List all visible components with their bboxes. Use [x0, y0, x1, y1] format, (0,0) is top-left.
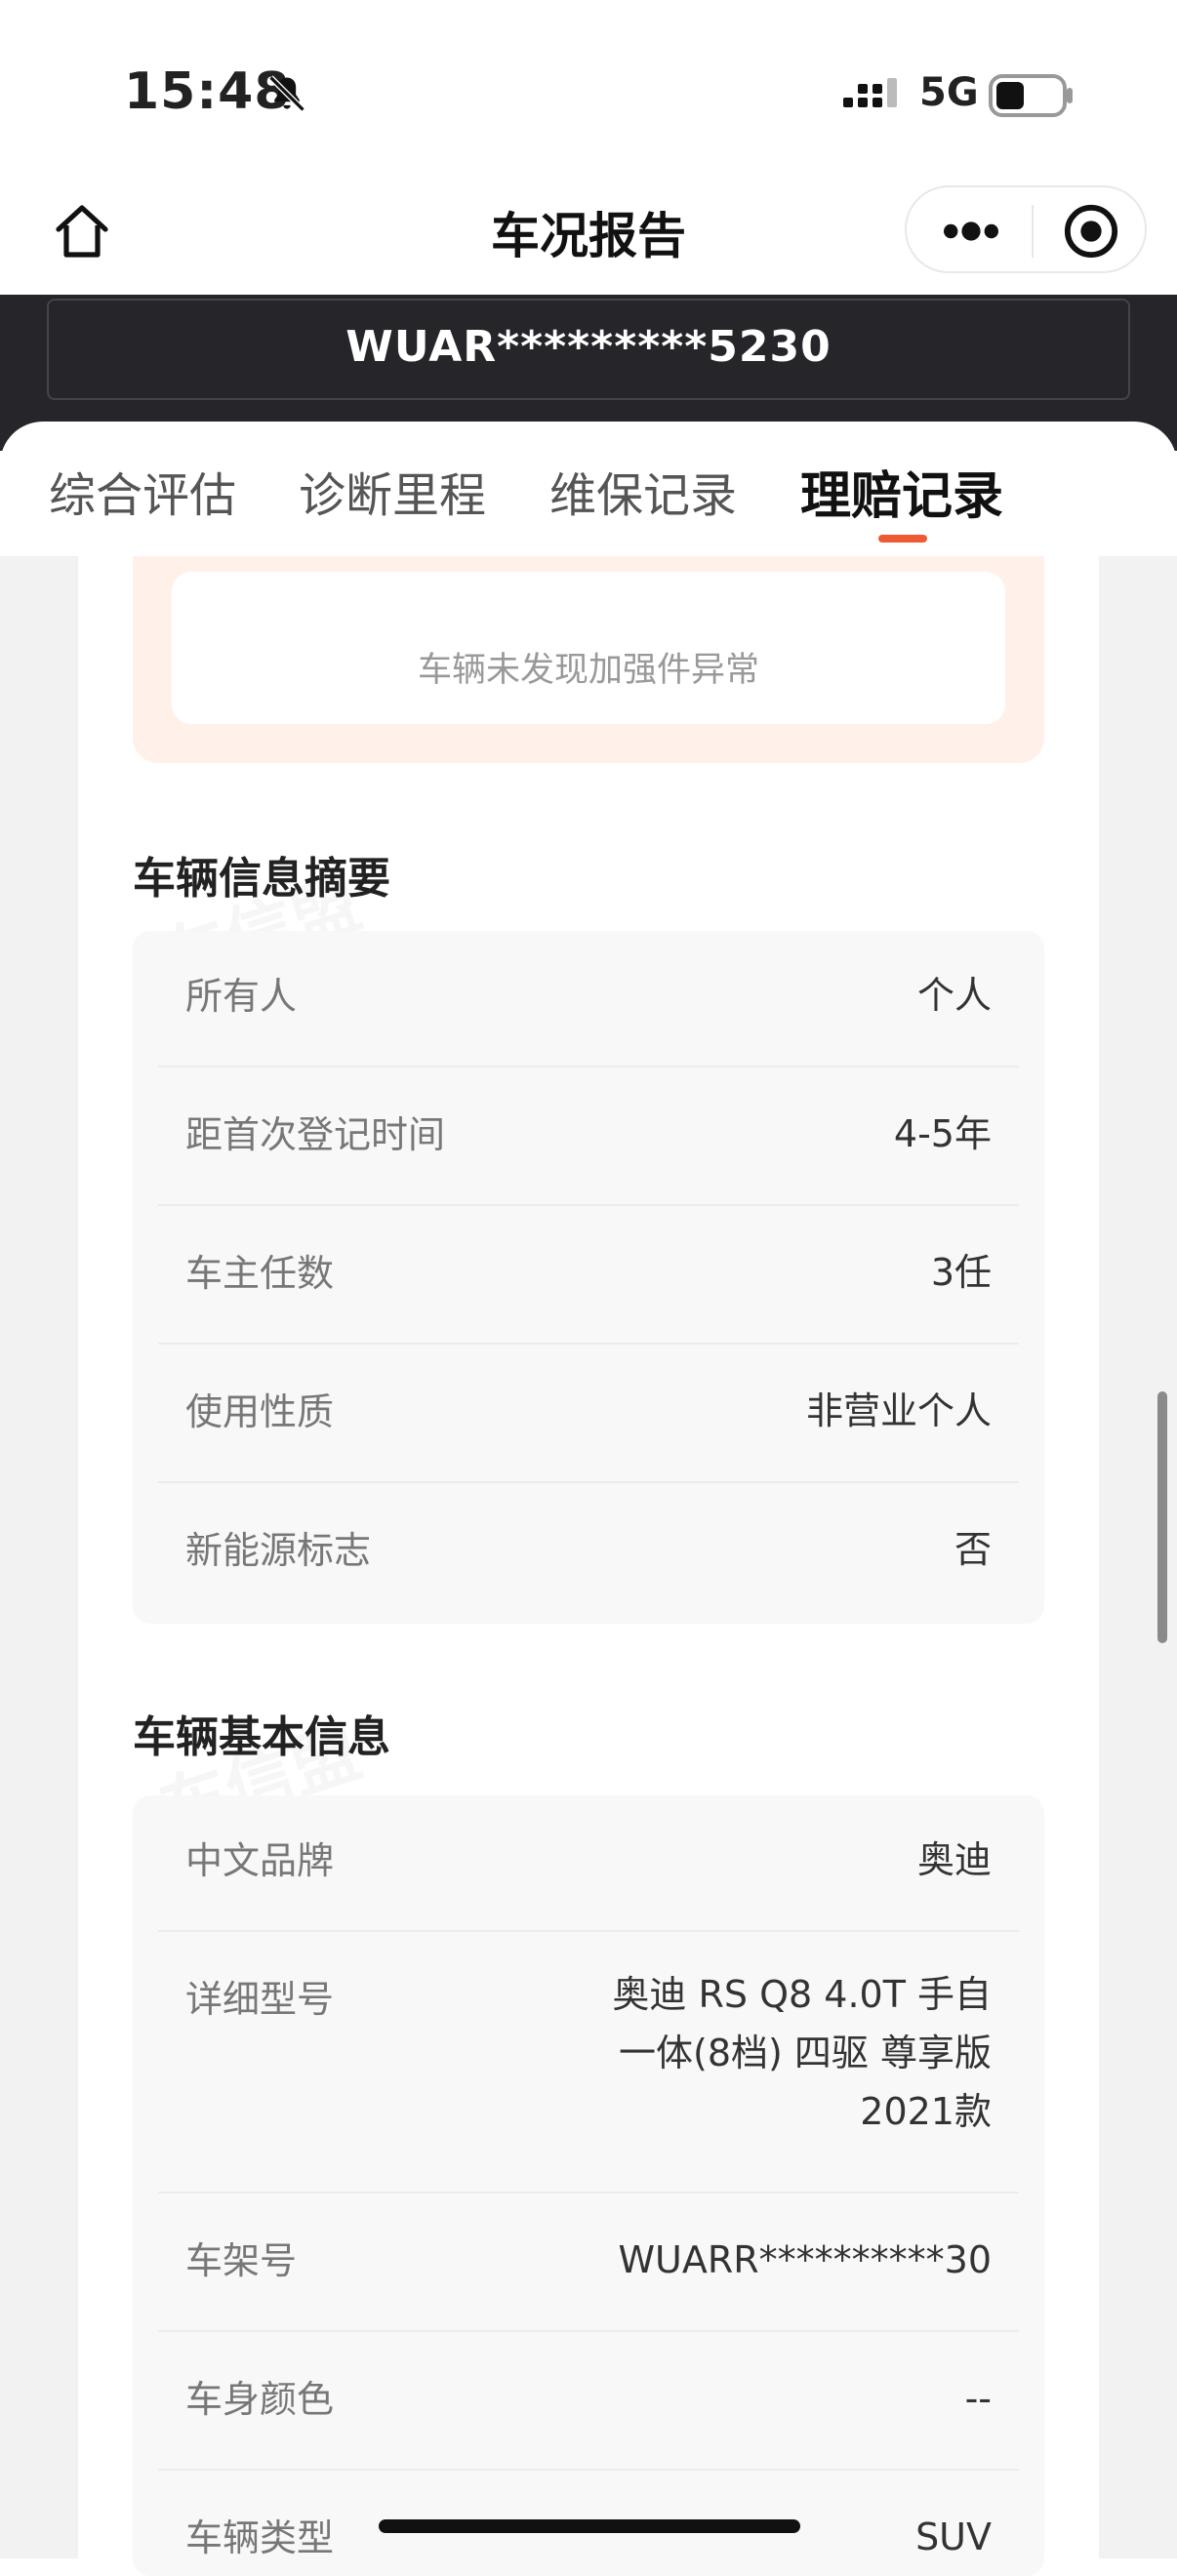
signal-icon	[843, 78, 897, 107]
basic-row: 中文品牌 奥迪	[158, 1795, 1019, 1932]
bell-muted-icon	[268, 75, 305, 112]
basic-row: 车架号 WUARR**********30	[158, 2194, 1019, 2332]
tab-claims[interactable]: 理赔记录	[800, 455, 1003, 528]
section-title-basic: 车辆基本信息	[133, 1712, 390, 1762]
row-key: 车身颜色	[185, 2378, 335, 2421]
alert-message: 车辆未发现加强件异常	[417, 651, 759, 690]
row-value: --	[964, 2377, 992, 2420]
row-value: 3任	[930, 1251, 992, 1294]
basic-info-table: 中文品牌 奥迪 详细型号 奥迪 RS Q8 4.0T 手自 一体(8档) 四驱 …	[133, 1795, 1044, 2576]
summary-table: 所有人 个人 距首次登记时间 4-5年 车主任数 3任 使用性质 非营业个人 新…	[133, 931, 1044, 1624]
report-content: 车信盟 车信盟 车信盟 车信盟 车信盟 车信盟 车辆未发现加强件异常 车辆信息摘…	[78, 556, 1099, 2576]
mini-program-capsule	[905, 185, 1147, 273]
target-icon[interactable]	[1063, 203, 1119, 260]
summary-row: 新能源标志 否	[158, 1483, 1019, 1624]
battery-icon	[989, 74, 1073, 117]
row-value: SUV	[915, 2516, 992, 2558]
status-bar: 15:48 5G	[0, 0, 1177, 185]
basic-row: 详细型号 奥迪 RS Q8 4.0T 手自 一体(8档) 四驱 尊享版 2021…	[158, 1932, 1019, 2194]
reinforcement-alert: 车辆未发现加强件异常	[133, 556, 1044, 763]
row-key: 车架号	[185, 2239, 298, 2282]
row-key: 车辆类型	[185, 2516, 335, 2559]
summary-row: 车主任数 3任	[158, 1206, 1019, 1345]
summary-row: 使用性质 非营业个人	[158, 1345, 1019, 1483]
row-value: WUARR**********30	[618, 2238, 992, 2281]
tab-maintenance[interactable]: 维保记录	[549, 457, 737, 525]
row-key: 详细型号	[185, 1978, 335, 2021]
section-title-summary: 车辆信息摘要	[133, 854, 390, 904]
row-value-line: 2021款	[860, 2090, 992, 2133]
row-value-line: 奥迪 RS Q8 4.0T 手自	[612, 1973, 992, 2016]
more-icon[interactable]	[940, 215, 1002, 248]
vin-plate: WUAR*********5230	[47, 299, 1130, 400]
row-key: 所有人	[185, 975, 298, 1018]
row-value: 奥迪	[916, 1838, 992, 1881]
capsule-divider	[1032, 205, 1034, 258]
active-tab-indicator	[878, 535, 927, 543]
report-tabs: 综合评估 诊断里程 维保记录 理赔记录	[0, 422, 1177, 556]
alert-card: 车辆未发现加强件异常	[172, 572, 1005, 724]
row-key: 新能源标志	[185, 1529, 372, 1572]
summary-row: 距首次登记时间 4-5年	[158, 1067, 1019, 1206]
row-value: 个人	[916, 974, 992, 1017]
network-type: 5G	[919, 70, 979, 115]
row-value: 非营业个人	[805, 1389, 992, 1432]
nav-bar: 车况报告	[0, 185, 1177, 295]
row-value: 4-5年	[893, 1112, 992, 1155]
tab-mileage[interactable]: 诊断里程	[299, 457, 486, 525]
row-key: 使用性质	[185, 1390, 335, 1433]
row-value: 否	[954, 1528, 992, 1571]
vin-plate-text: WUAR*********5230	[345, 322, 832, 372]
row-key: 中文品牌	[185, 1839, 335, 1882]
basic-row: 车身颜色 --	[158, 2332, 1019, 2471]
tab-overall[interactable]: 综合评估	[49, 457, 236, 525]
summary-row: 所有人 个人	[158, 931, 1019, 1067]
row-value-line: 一体(8档) 四驱 尊享版	[619, 2032, 992, 2074]
home-indicator[interactable]	[379, 2519, 800, 2533]
row-key: 车主任数	[185, 1252, 335, 1295]
scrollbar[interactable]	[1157, 1391, 1167, 1643]
row-value-multiline: 奥迪 RS Q8 4.0T 手自 一体(8档) 四驱 尊享版 2021款	[612, 1965, 992, 2141]
row-key: 距首次登记时间	[185, 1113, 446, 1156]
